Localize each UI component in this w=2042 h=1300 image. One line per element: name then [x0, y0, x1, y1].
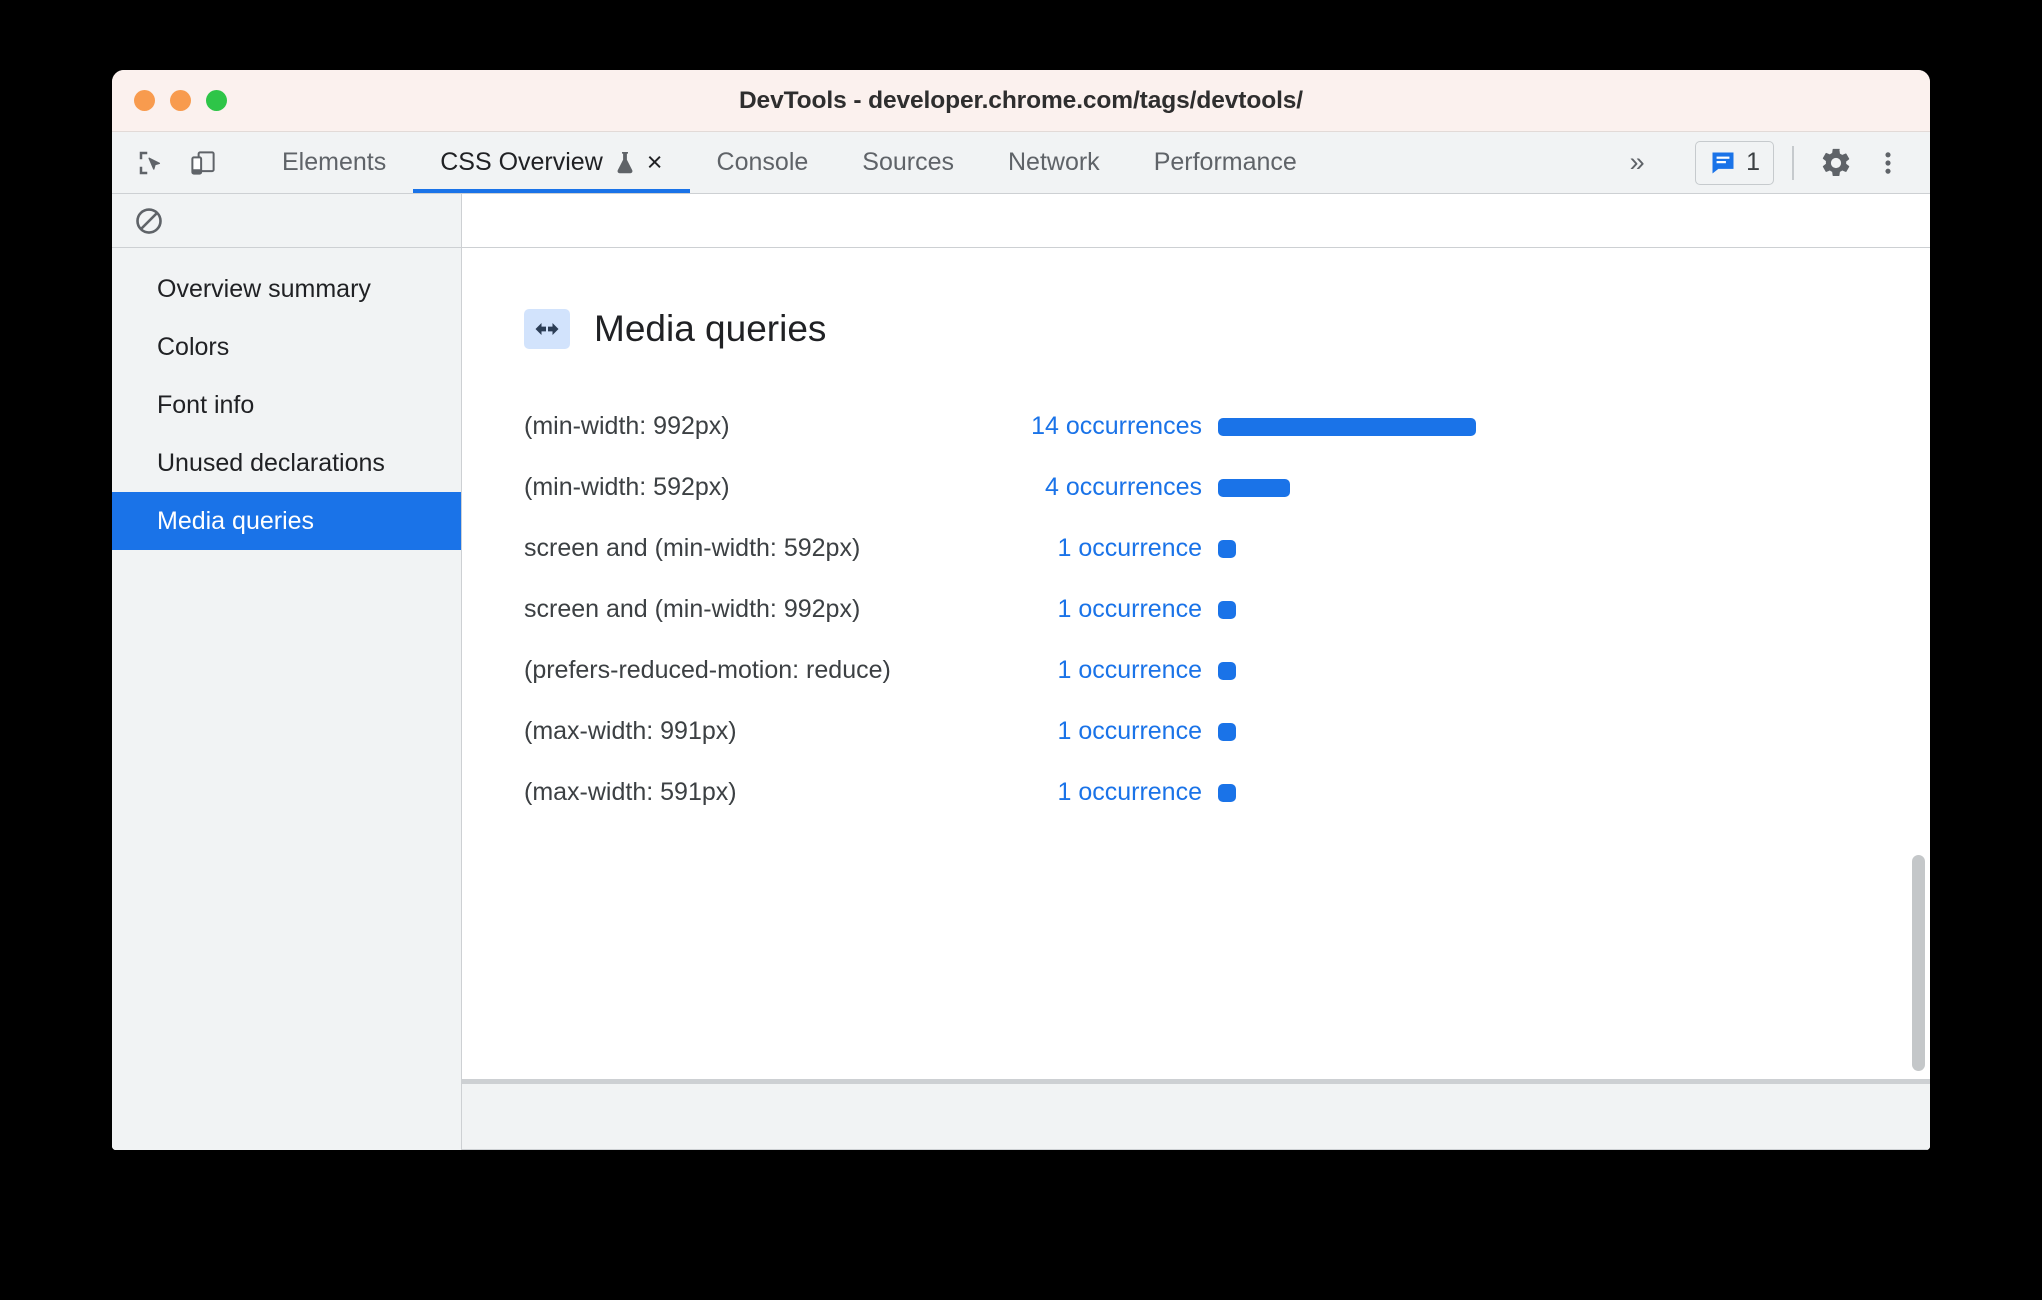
media-queries-scroll-area[interactable]: Media queries (min-width: 992px) 14 occur…: [462, 248, 1930, 1079]
occurrence-bar-track: [1218, 600, 1930, 619]
media-query-row[interactable]: screen and (min-width: 992px) 1 occurrenc…: [524, 579, 1930, 640]
occurrence-count-label[interactable]: 14 occurrences: [964, 412, 1218, 441]
tab-elements[interactable]: Elements: [255, 132, 413, 193]
issues-message-icon: [1709, 149, 1737, 177]
occurrence-bar-track: [1218, 661, 1930, 680]
sidebar-item-label: Unused declarations: [157, 448, 385, 477]
sidebar-item-colors[interactable]: Colors: [112, 318, 461, 376]
media-query-text: (min-width: 592px): [524, 473, 730, 501]
occurrence-bar[interactable]: [1218, 722, 1236, 741]
issues-count-label: 1: [1746, 148, 1760, 176]
occurrence-count-label[interactable]: 1 occurrence: [964, 717, 1218, 746]
tab-network[interactable]: Network: [981, 132, 1127, 193]
sidebar-toolbar: [112, 194, 461, 248]
occurrence-bar[interactable]: [1218, 600, 1236, 619]
media-queries-title: Media queries: [594, 308, 827, 349]
occurrence-bar-track: [1218, 478, 1930, 497]
tab-label: Elements: [282, 148, 387, 176]
tab-label: Sources: [862, 148, 954, 176]
more-tabs-chevron-icon[interactable]: »: [1611, 140, 1663, 186]
window-close-button[interactable]: [134, 90, 155, 111]
media-query-text: screen and (min-width: 592px): [524, 534, 861, 562]
tab-performance[interactable]: Performance: [1127, 132, 1324, 193]
occurrence-bar[interactable]: [1218, 539, 1236, 558]
tab-console[interactable]: Console: [690, 132, 836, 193]
sidebar-item-label: Overview summary: [157, 274, 371, 303]
occurrence-count-label[interactable]: 1 occurrence: [964, 595, 1218, 624]
sidebar-item-unused-declarations[interactable]: Unused declarations: [112, 434, 461, 492]
sidebar-item-overview-summary[interactable]: Overview summary: [112, 260, 461, 318]
media-query-row[interactable]: (prefers-reduced-motion: reduce) 1 occurr…: [524, 640, 1930, 701]
window-minimize-button[interactable]: [170, 90, 191, 111]
sidebar-item-label: Colors: [157, 332, 230, 361]
occurrence-bar-track: [1218, 417, 1930, 436]
experiment-flask-icon: [613, 150, 637, 176]
sidebar-item-label: Media queries: [157, 506, 315, 535]
panel-tab-bar: Elements CSS Overview × Console Sources …: [255, 132, 1611, 193]
media-queries-row-list: (min-width: 992px) 14 occurrences (min-wid…: [524, 396, 1930, 823]
tab-label: CSS Overview: [440, 148, 603, 176]
tab-label: Network: [1008, 148, 1100, 176]
media-query-text: (max-width: 991px): [524, 717, 737, 745]
media-query-text: screen and (min-width: 992px): [524, 595, 861, 623]
toolbar-right-divider: [1792, 145, 1794, 180]
sidebar-item-label: Font info: [157, 390, 255, 419]
window-zoom-button[interactable]: [206, 90, 227, 111]
occurrence-bar-track: [1218, 783, 1930, 802]
more-vertical-icon[interactable]: [1864, 139, 1912, 187]
css-overview-main-pane: Media queries (min-width: 992px) 14 occur…: [462, 194, 1930, 1150]
media-queries-header: Media queries: [524, 308, 1930, 350]
devtools-body: Overview summary Colors Font info Unused…: [112, 194, 1930, 1150]
issues-counter-button[interactable]: 1: [1695, 140, 1774, 185]
occurrence-bar[interactable]: [1218, 478, 1290, 497]
occurrence-count-label[interactable]: 1 occurrence: [964, 656, 1218, 685]
vertical-scrollbar[interactable]: [1912, 248, 1925, 1079]
media-query-text: (prefers-reduced-motion: reduce): [524, 656, 891, 684]
occurrence-bar[interactable]: [1218, 783, 1236, 802]
scrollbar-thumb[interactable]: [1912, 854, 1925, 1071]
occurrence-count-label[interactable]: 1 occurrence: [964, 778, 1218, 807]
devtools-toolbar: Elements CSS Overview × Console Sources …: [112, 132, 1930, 194]
media-query-row[interactable]: (max-width: 591px) 1 occurrence: [524, 762, 1930, 823]
toolbar-right-group: » 1: [1611, 132, 1930, 193]
media-query-row[interactable]: (max-width: 991px) 1 occurrence: [524, 701, 1930, 762]
toolbar-left-icon-group: [112, 132, 255, 193]
bottom-drawer: [462, 1084, 1930, 1150]
occurrence-bar-track: [1218, 722, 1930, 741]
media-query-row[interactable]: screen and (min-width: 592px) 1 occurrenc…: [524, 518, 1930, 579]
inspect-element-icon[interactable]: [128, 140, 174, 186]
traffic-light-group: [134, 70, 227, 131]
occurrence-count-label[interactable]: 1 occurrence: [964, 534, 1218, 563]
clear-overview-icon[interactable]: [126, 198, 172, 244]
device-toolbar-icon[interactable]: [180, 140, 226, 186]
media-query-row[interactable]: (min-width: 592px) 4 occurrences: [524, 457, 1930, 518]
tab-label: Console: [716, 148, 809, 176]
media-queries-content: Media queries (min-width: 992px) 14 occur…: [462, 248, 1930, 823]
window-titlebar: DevTools - developer.chrome.com/tags/dev…: [112, 70, 1930, 132]
tab-css-overview[interactable]: CSS Overview ×: [413, 132, 690, 193]
devtools-window: DevTools - developer.chrome.com/tags/dev…: [112, 70, 1930, 1150]
tab-sources[interactable]: Sources: [835, 132, 981, 193]
tab-close-icon[interactable]: ×: [647, 149, 663, 176]
sidebar-item-list: Overview summary Colors Font info Unused…: [112, 248, 461, 550]
css-overview-sidebar: Overview summary Colors Font info Unused…: [112, 194, 462, 1150]
arrows-left-right-icon: [524, 309, 570, 349]
occurrence-bar[interactable]: [1218, 417, 1476, 436]
sidebar-item-font-info[interactable]: Font info: [112, 376, 461, 434]
window-title: DevTools - developer.chrome.com/tags/dev…: [738, 86, 1304, 114]
occurrence-count-label[interactable]: 4 occurrences: [964, 473, 1218, 502]
occurrence-bar[interactable]: [1218, 661, 1236, 680]
sidebar-item-media-queries[interactable]: Media queries: [112, 492, 461, 550]
tab-label: Performance: [1153, 148, 1297, 176]
gear-icon[interactable]: [1812, 139, 1860, 187]
media-query-text: (min-width: 992px): [524, 412, 730, 440]
main-pane-toolbar: [462, 194, 1930, 248]
media-query-text: (max-width: 591px): [524, 778, 737, 806]
media-query-row[interactable]: (min-width: 992px) 14 occurrences: [524, 396, 1930, 457]
occurrence-bar-track: [1218, 539, 1930, 558]
